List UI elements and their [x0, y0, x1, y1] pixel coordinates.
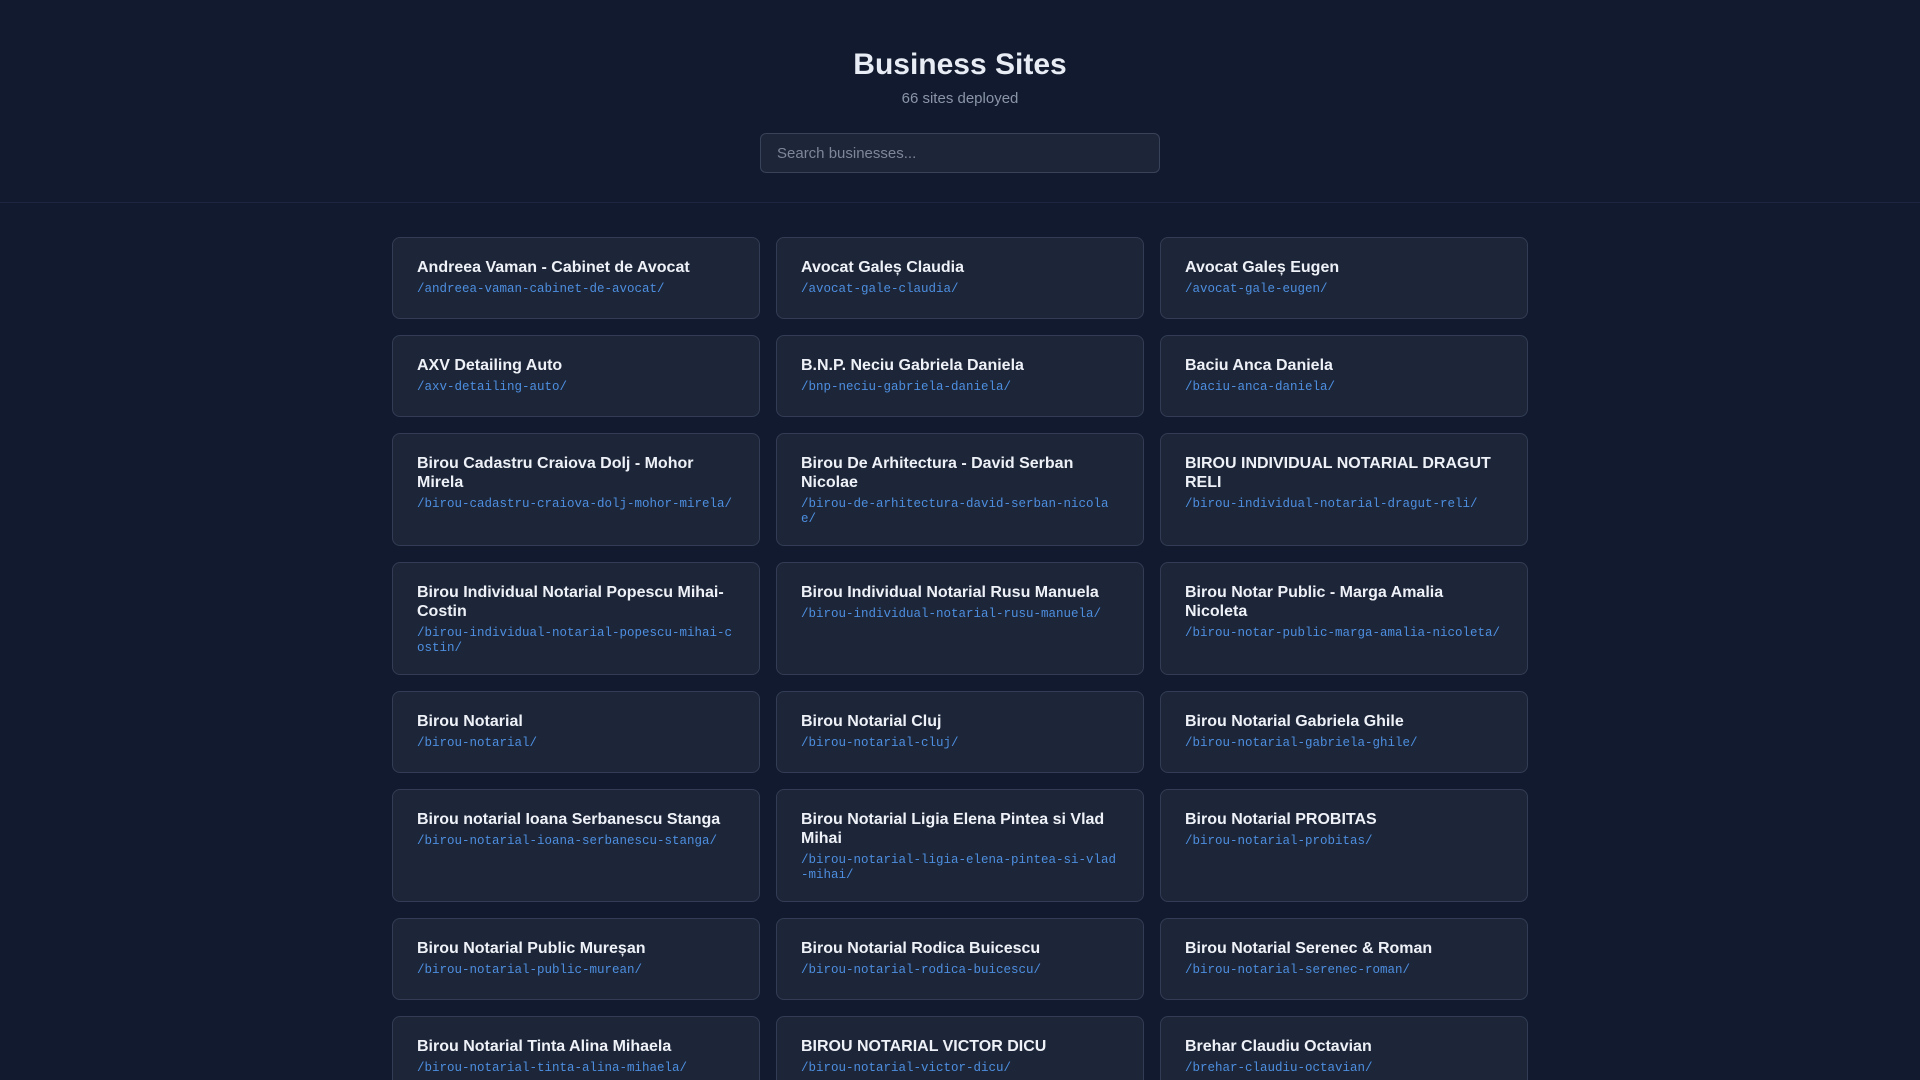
site-card[interactable]: Avocat Galeș Claudia/avocat-gale-claudia… — [776, 237, 1144, 319]
site-card[interactable]: Birou Individual Notarial Popescu Mihai-… — [392, 562, 760, 675]
site-card[interactable]: Birou Cadastru Craiova Dolj - Mohor Mire… — [392, 433, 760, 546]
site-name: Birou Notarial PROBITAS — [1185, 811, 1377, 828]
site-name: Birou Notarial Cluj — [801, 713, 942, 730]
site-card[interactable]: BIROU INDIVIDUAL NOTARIAL DRAGUT RELI/bi… — [1160, 433, 1528, 546]
site-card[interactable]: Birou Notarial Cluj/birou-notarial-cluj/ — [776, 691, 1144, 773]
site-path[interactable]: /bnp-neciu-gabriela-daniela/ — [801, 380, 1119, 395]
site-path[interactable]: /birou-individual-notarial-dragut-reli/ — [1185, 497, 1503, 512]
page-title: Business Sites — [853, 48, 1067, 81]
site-name: Brehar Claudiu Octavian — [1185, 1038, 1372, 1055]
site-card[interactable]: BIROU NOTARIAL VICTOR DICU/birou-notaria… — [776, 1016, 1144, 1080]
search-container — [760, 133, 1160, 173]
site-path[interactable]: /birou-notar-public-marga-amalia-nicolet… — [1185, 626, 1503, 641]
site-card[interactable]: Baciu Anca Daniela/baciu-anca-daniela/ — [1160, 335, 1528, 417]
site-card[interactable]: Birou Individual Notarial Rusu Manuela/b… — [776, 562, 1144, 675]
site-name: Birou Notarial Ligia Elena Pintea si Vla… — [801, 811, 1105, 847]
site-card[interactable]: Birou De Arhitectura - David Serban Nico… — [776, 433, 1144, 546]
site-name: AXV Detailing Auto — [417, 357, 563, 374]
site-path[interactable]: /birou-individual-notarial-rusu-manuela/ — [801, 607, 1119, 622]
site-name: Birou Notarial Gabriela Ghile — [1185, 713, 1404, 730]
site-path[interactable]: /birou-notarial-ioana-serbanescu-stanga/ — [417, 834, 735, 849]
page-header: Business Sites 66 sites deployed — [0, 0, 1920, 203]
site-card[interactable]: Brehar Claudiu Octavian/brehar-claudiu-o… — [1160, 1016, 1528, 1080]
site-path[interactable]: /birou-notarial-tinta-alina-mihaela/ — [417, 1061, 735, 1076]
site-name: Birou notarial Ioana Serbanescu Stanga — [417, 811, 721, 828]
site-card[interactable]: Birou Notarial Tinta Alina Mihaela/birou… — [392, 1016, 760, 1080]
site-card[interactable]: B.N.P. Neciu Gabriela Daniela/bnp-neciu-… — [776, 335, 1144, 417]
site-card[interactable]: Birou notarial Ioana Serbanescu Stanga/b… — [392, 789, 760, 902]
site-name: Birou Notar Public - Marga Amalia Nicole… — [1185, 584, 1444, 620]
site-path[interactable]: /avocat-gale-claudia/ — [801, 282, 1119, 297]
site-card[interactable]: Birou Notar Public - Marga Amalia Nicole… — [1160, 562, 1528, 675]
site-name: Birou Notarial Serenec & Roman — [1185, 940, 1433, 957]
site-name: Avocat Galeș Claudia — [801, 259, 965, 276]
search-input[interactable] — [760, 133, 1160, 173]
site-card[interactable]: Birou Notarial PROBITAS/birou-notarial-p… — [1160, 789, 1528, 902]
site-name: Avocat Galeș Eugen — [1185, 259, 1340, 276]
site-card[interactable]: Birou Notarial Serenec & Roman/birou-not… — [1160, 918, 1528, 1000]
site-name: Birou Notarial — [417, 713, 523, 730]
site-path[interactable]: /birou-notarial/ — [417, 736, 735, 751]
site-path[interactable]: /birou-notarial-serenec-roman/ — [1185, 963, 1503, 978]
site-path[interactable]: /birou-notarial-victor-dicu/ — [801, 1061, 1119, 1076]
site-name: B.N.P. Neciu Gabriela Daniela — [801, 357, 1024, 374]
site-card[interactable]: Birou Notarial Gabriela Ghile/birou-nota… — [1160, 691, 1528, 773]
site-path[interactable]: /baciu-anca-daniela/ — [1185, 380, 1503, 395]
site-name: Andreea Vaman - Cabinet de Avocat — [417, 259, 690, 276]
site-name: Birou Notarial Rodica Buicescu — [801, 940, 1041, 957]
site-path[interactable]: /birou-individual-notarial-popescu-mihai… — [417, 626, 735, 656]
site-card[interactable]: Avocat Galeș Eugen/avocat-gale-eugen/ — [1160, 237, 1528, 319]
site-name: Birou Individual Notarial Popescu Mihai-… — [417, 584, 724, 620]
site-name: Baciu Anca Daniela — [1185, 357, 1333, 374]
site-name: BIROU INDIVIDUAL NOTARIAL DRAGUT RELI — [1185, 455, 1491, 491]
site-path[interactable]: /brehar-claudiu-octavian/ — [1185, 1061, 1503, 1076]
site-path[interactable]: /birou-notarial-rodica-buicescu/ — [801, 963, 1119, 978]
site-path[interactable]: /birou-notarial-ligia-elena-pintea-si-vl… — [801, 853, 1119, 883]
site-card[interactable]: Birou Notarial Ligia Elena Pintea si Vla… — [776, 789, 1144, 902]
site-card[interactable]: Birou Notarial Public Mureșan/birou-nota… — [392, 918, 760, 1000]
site-name: Birou Notarial Public Mureșan — [417, 940, 646, 957]
site-path[interactable]: /axv-detailing-auto/ — [417, 380, 735, 395]
site-path[interactable]: /andreea-vaman-cabinet-de-avocat/ — [417, 282, 735, 297]
site-path[interactable]: /birou-de-arhitectura-david-serban-nicol… — [801, 497, 1119, 527]
site-card[interactable]: AXV Detailing Auto/axv-detailing-auto/ — [392, 335, 760, 417]
site-name: Birou Individual Notarial Rusu Manuela — [801, 584, 1099, 601]
site-path[interactable]: /birou-cadastru-craiova-dolj-mohor-mirel… — [417, 497, 735, 512]
site-card[interactable]: Birou Notarial Rodica Buicescu/birou-not… — [776, 918, 1144, 1000]
site-card[interactable]: Birou Notarial/birou-notarial/ — [392, 691, 760, 773]
sites-count: 66 sites deployed — [901, 90, 1019, 107]
site-path[interactable]: /birou-notarial-gabriela-ghile/ — [1185, 736, 1503, 751]
site-name: Birou De Arhitectura - David Serban Nico… — [801, 455, 1074, 491]
site-path[interactable]: /avocat-gale-eugen/ — [1185, 282, 1503, 297]
site-path[interactable]: /birou-notarial-probitas/ — [1185, 834, 1503, 849]
site-name: Birou Cadastru Craiova Dolj - Mohor Mire… — [417, 455, 694, 491]
site-path[interactable]: /birou-notarial-cluj/ — [801, 736, 1119, 751]
site-name: BIROU NOTARIAL VICTOR DICU — [801, 1038, 1047, 1055]
sites-grid: Andreea Vaman - Cabinet de Avocat/andree… — [392, 237, 1528, 1080]
site-path[interactable]: /birou-notarial-public-murean/ — [417, 963, 735, 978]
site-card[interactable]: Andreea Vaman - Cabinet de Avocat/andree… — [392, 237, 760, 319]
site-name: Birou Notarial Tinta Alina Mihaela — [417, 1038, 672, 1055]
